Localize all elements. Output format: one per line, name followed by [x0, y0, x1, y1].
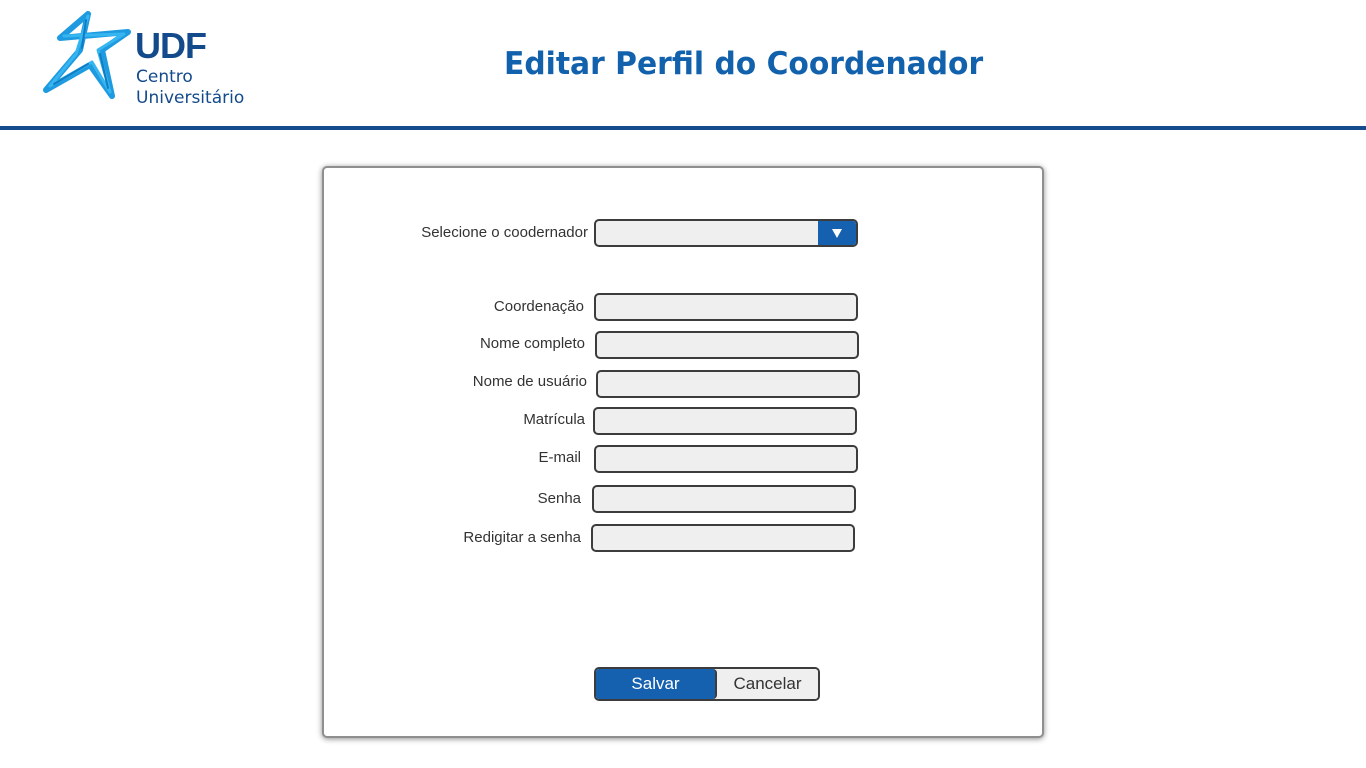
email-field[interactable] — [594, 445, 858, 473]
field-label-email: E-mail — [538, 449, 581, 466]
header: UDF Centro Universitário Editar Perfil d… — [0, 0, 1366, 126]
field-label-nome-usuario: Nome de usuário — [472, 373, 587, 390]
edit-profile-form-panel: Selecione o coodernador Coordenação Nome… — [322, 166, 1044, 738]
logo-subtitle-line2: Universitário — [136, 88, 245, 108]
select-coordinator-label: Selecione o coodernador — [421, 224, 588, 241]
logo-subtitle-line1: Centro — [136, 67, 193, 87]
star-logo-icon — [43, 11, 131, 99]
matricula-input[interactable] — [593, 407, 857, 435]
confirm-password-input[interactable] — [591, 524, 855, 552]
form-actions: Salvar Cancelar — [594, 667, 820, 701]
dropdown-arrow-button[interactable] — [818, 221, 856, 245]
coordenacao-input[interactable] — [594, 293, 858, 321]
field-label-nome-completo: Nome completo — [479, 335, 585, 352]
cancel-button[interactable]: Cancelar — [717, 669, 818, 699]
logo-brand-text: UDF — [135, 25, 207, 66]
full-name-input[interactable] — [595, 331, 859, 359]
field-label-redigitar-senha: Redigitar a senha — [463, 529, 581, 546]
field-label-senha: Senha — [537, 490, 581, 507]
field-label-matricula: Matrícula — [523, 411, 585, 428]
chevron-down-icon — [832, 228, 842, 238]
password-input[interactable] — [592, 485, 856, 513]
header-divider — [0, 126, 1366, 130]
coordinator-select[interactable] — [594, 219, 858, 247]
field-label-coordenacao: Coordenação — [493, 298, 584, 315]
page-title: Editar Perfil do Coordenador — [504, 46, 984, 82]
save-button[interactable]: Salvar — [596, 669, 717, 699]
username-input[interactable] — [596, 370, 860, 398]
udf-logo: UDF Centro Universitário — [40, 10, 260, 110]
